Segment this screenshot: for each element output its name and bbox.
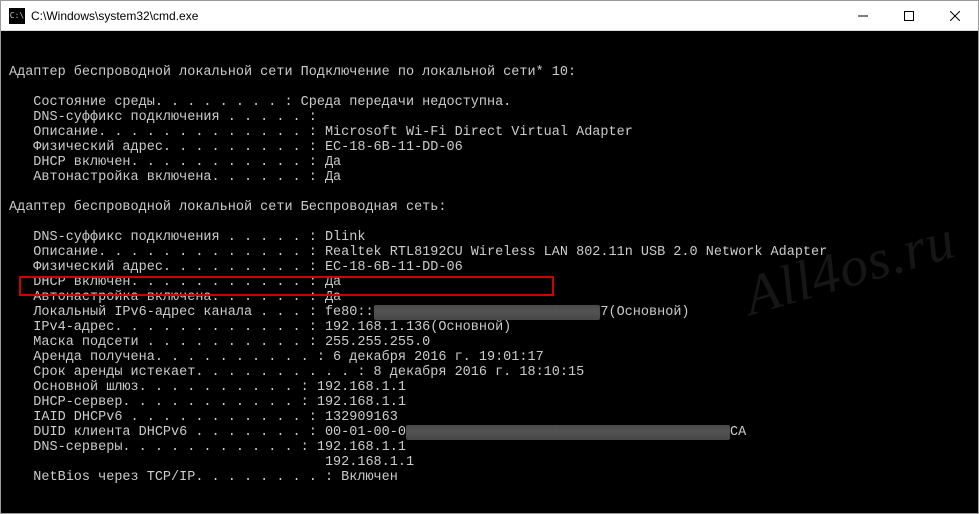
output-line: DNS-суффикс подключения . . . . . : Dlin… bbox=[9, 230, 365, 245]
output-line: Автонастройка включена. . . . . . : Да bbox=[9, 170, 341, 185]
output-line: IAID DHCPv6 . . . . . . . . . . . : 1329… bbox=[9, 410, 398, 425]
output-line: DNS-серверы. . . . . . . . . . . : 192.1… bbox=[9, 440, 406, 455]
window-title: C:\Windows\system32\cmd.exe bbox=[31, 9, 840, 23]
redacted-text: xxxxxxxxxxxxxxxxxxxxxxxxxxxxxxxxxxxxxxxx bbox=[406, 425, 730, 440]
output-line bbox=[9, 215, 17, 230]
output-line: Аренда получена. . . . . . . . . . : 6 д… bbox=[9, 350, 544, 365]
cmd-icon: C:\ bbox=[9, 8, 25, 24]
output-line: DUID клиента DHCPv6 . . . . . . . : 00-0… bbox=[9, 425, 746, 440]
window-controls bbox=[840, 1, 978, 31]
output-line: DHCP включен. . . . . . . . . . . : Да bbox=[9, 275, 341, 290]
output-line: Описание. . . . . . . . . . . . . : Micr… bbox=[9, 125, 633, 140]
output-line: NetBios через TCP/IP. . . . . . . . : Вк… bbox=[9, 470, 398, 485]
output-line: Маска подсети . . . . . . . . . . : 255.… bbox=[9, 335, 430, 350]
output-line: Автонастройка включена. . . . . . : Да bbox=[9, 290, 341, 305]
output-line: Локальный IPv6-адрес канала . . . : fe80… bbox=[9, 305, 690, 320]
close-button[interactable] bbox=[932, 1, 978, 31]
output-line: 192.168.1.1 bbox=[9, 455, 414, 470]
output-line: IPv4-адрес. . . . . . . . . . . . : 192.… bbox=[9, 320, 511, 335]
watermark-text: All4os.ru bbox=[744, 232, 956, 306]
adapter-header: Адаптер беспроводной локальной сети Бесп… bbox=[9, 200, 446, 215]
output-line: DHCP включен. . . . . . . . . . . : Да bbox=[9, 155, 341, 170]
adapter-header: Адаптер беспроводной локальной сети Подк… bbox=[9, 65, 576, 80]
output-line: Описание. . . . . . . . . . . . . : Real… bbox=[9, 245, 827, 260]
output-line: Срок аренды истекает. . . . . . . . . . … bbox=[9, 365, 584, 380]
output-line bbox=[9, 80, 17, 95]
terminal-output[interactable]: Адаптер беспроводной локальной сети Подк… bbox=[1, 31, 978, 513]
output-line: Физический адрес. . . . . . . . . : EC-1… bbox=[9, 140, 463, 155]
minimize-button[interactable] bbox=[840, 1, 886, 31]
output-line: Состояние среды. . . . . . . . : Среда п… bbox=[9, 95, 511, 110]
output-line-highlighted: Физический адрес. . . . . . . . . : EC-1… bbox=[9, 260, 463, 275]
output-line: Основной шлюз. . . . . . . . . . : 192.1… bbox=[9, 380, 406, 395]
cmd-window: C:\ C:\Windows\system32\cmd.exe Адаптер … bbox=[0, 0, 979, 514]
redacted-text: xxxxxxxxxxxxxxxxxxxxxxxxxxxx bbox=[374, 305, 601, 320]
output-line: DNS-суффикс подключения . . . . . : bbox=[9, 110, 317, 125]
output-line bbox=[9, 50, 17, 65]
output-line: DHCP-сервер. . . . . . . . . . . : 192.1… bbox=[9, 395, 406, 410]
output-line bbox=[9, 185, 17, 200]
titlebar[interactable]: C:\ C:\Windows\system32\cmd.exe bbox=[1, 1, 978, 31]
maximize-button[interactable] bbox=[886, 1, 932, 31]
